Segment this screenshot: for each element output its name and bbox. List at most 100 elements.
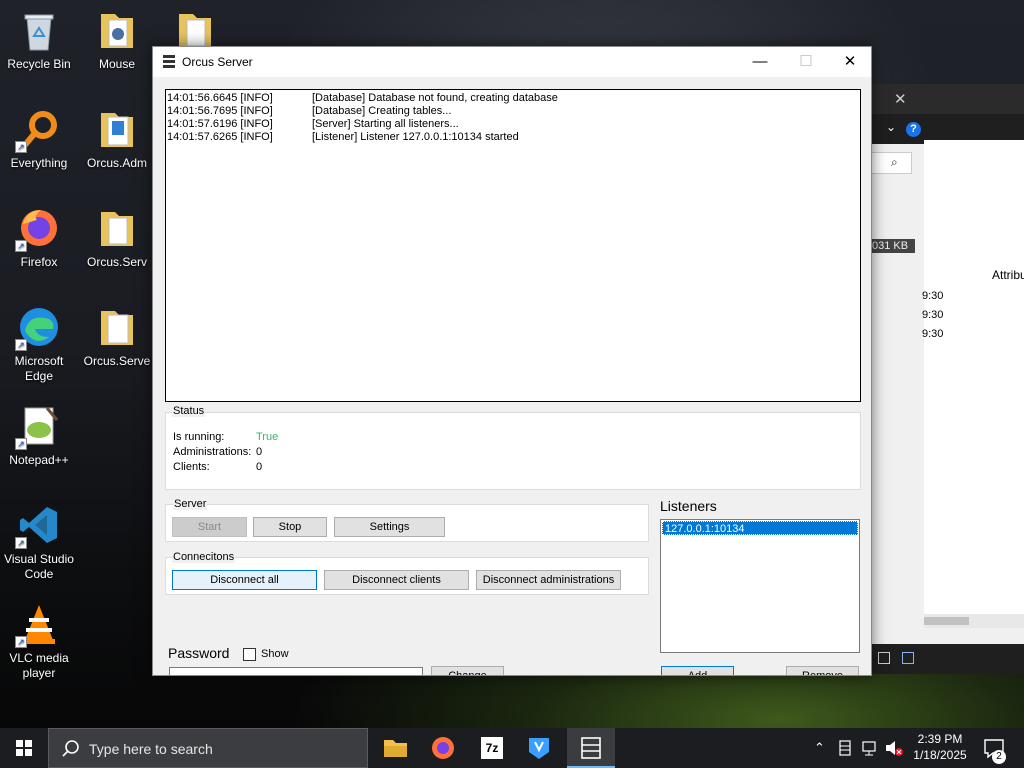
desktop-icon-edge[interactable]: ↗ Microsoft Edge: [0, 305, 78, 384]
clock[interactable]: 2:39 PM 1/18/2025: [908, 728, 972, 768]
table-row: 9:30: [922, 309, 944, 321]
desktop-icon-vlc[interactable]: ↗ VLC media player: [0, 602, 78, 681]
tray-device-icon[interactable]: [838, 728, 852, 768]
horizontal-scrollbar[interactable]: [924, 614, 1024, 628]
desktop-icon-everything[interactable]: ↗ Everything: [0, 107, 78, 171]
app-icon: [529, 738, 549, 759]
taskbar: Type here to search 7z ⌃ 2:39 PM 1/18/20…: [0, 728, 1024, 768]
minimize-button[interactable]: —: [737, 47, 783, 77]
taskbar-7zip[interactable]: 7z: [467, 728, 515, 768]
tiles-view-icon[interactable]: [902, 652, 914, 664]
7zip-icon: 7z: [481, 737, 503, 759]
log-row: 14:01:57.6265 [INFO] [Listener] Listener …: [167, 131, 519, 143]
help-icon[interactable]: ?: [906, 122, 921, 137]
file-explorer-icon: [384, 740, 407, 757]
close-icon[interactable]: ✕: [894, 90, 907, 108]
show-password-checkbox[interactable]: [243, 648, 256, 661]
log-output[interactable]: 14:01:56.6645 [INFO] [Database] Database …: [165, 89, 861, 402]
show-password-label: Show: [261, 648, 289, 660]
chevron-down-icon[interactable]: ⌄: [886, 120, 896, 134]
log-row: 14:01:56.6645 [INFO] [Database] Database …: [167, 92, 558, 104]
administrations-value: 0: [256, 446, 263, 458]
desktop-icon-vscode[interactable]: ↗ Visual Studio Code: [0, 503, 78, 582]
desktop-icon-notepadpp[interactable]: ↗ Notepad++: [0, 404, 78, 468]
disconnect-administrations-button[interactable]: Disconnect administrations: [476, 570, 621, 590]
clients-value: 0: [256, 461, 263, 473]
log-row: 14:01:57.6196 [INFO] [Server] Starting al…: [167, 118, 459, 130]
tray-chevron-up-icon[interactable]: ⌃: [814, 740, 832, 768]
firefox-icon: ↗: [15, 206, 61, 252]
network-icon[interactable]: [861, 728, 879, 768]
listeners-label: Listeners: [660, 498, 717, 514]
status-group-label: Status: [172, 405, 206, 417]
window-titlebar[interactable]: Orcus Server — ☐ ✕: [153, 47, 871, 77]
volume-muted-icon[interactable]: [884, 728, 904, 768]
shortcut-arrow-icon: ↗: [15, 339, 27, 351]
disconnect-clients-button[interactable]: Disconnect clients: [324, 570, 469, 590]
desktop-icon-label: Notepad++: [9, 453, 69, 467]
desktop-icon-firefox[interactable]: ↗ Firefox: [0, 206, 78, 270]
add-listener-button[interactable]: Add: [661, 666, 734, 675]
server-group-label: Server: [173, 498, 208, 510]
taskbar-file-explorer[interactable]: [371, 728, 419, 768]
taskbar-app[interactable]: [515, 728, 563, 768]
file-icon: [95, 305, 139, 349]
notepadpp-icon: ↗: [15, 404, 61, 450]
background-explorer-window[interactable]: ✕ ⌄ ? ⌕ 031 KB Attribu 9:30 9:30 9:30: [870, 84, 1024, 674]
listener-item[interactable]: 127.0.0.1:10134: [662, 521, 858, 535]
start-button[interactable]: Start: [172, 517, 247, 537]
desktop-icon-label: Orcus.Serve: [83, 354, 151, 368]
file-icon: [95, 107, 139, 151]
desktop-icon-orcus-admin[interactable]: Orcus.Adm: [78, 107, 156, 171]
size-text: 031 KB: [870, 239, 915, 253]
disconnect-all-button[interactable]: Disconnect all: [172, 570, 317, 590]
notification-badge: 2: [992, 750, 1006, 764]
search-placeholder: Type here to search: [89, 741, 213, 757]
clock-date: 1/18/2025: [913, 748, 967, 762]
is-running-label: Is running:: [173, 431, 225, 443]
details-view-icon[interactable]: [878, 652, 890, 664]
status-group: [165, 412, 861, 490]
background-window-statusbar: [870, 644, 1024, 674]
table-row: 9:30: [922, 290, 944, 302]
close-button[interactable]: ✕: [827, 47, 871, 77]
maximize-button[interactable]: ☐: [783, 47, 829, 77]
desktop-icon-orcus-server-folder[interactable]: Orcus.Serv: [78, 206, 156, 270]
desktop-icon-orcus-server-file[interactable]: Orcus.Serve: [78, 305, 156, 369]
taskbar-search[interactable]: Type here to search: [48, 728, 368, 768]
window-title: Orcus Server: [182, 55, 253, 69]
password-input[interactable]: [169, 667, 423, 675]
column-header[interactable]: Attribu: [992, 268, 1024, 282]
administrations-label: Administrations:: [173, 446, 252, 458]
listeners-list[interactable]: 127.0.0.1:10134: [660, 519, 860, 653]
settings-button[interactable]: Settings: [334, 517, 445, 537]
taskbar-orcus-server[interactable]: [567, 728, 615, 768]
folder-icon: [95, 8, 139, 52]
desktop-icon-label: Mouse: [98, 57, 136, 71]
folder-icon: [95, 206, 139, 250]
desktop-icon-label: Orcus.Adm: [86, 156, 147, 170]
orcus-server-window[interactable]: Orcus Server — ☐ ✕ 14:01:56.6645 [INFO][…: [152, 46, 872, 676]
is-running-value: True: [256, 431, 279, 443]
everything-icon: ↗: [15, 107, 61, 153]
desktop-icon-label: Visual Studio Code: [4, 552, 74, 581]
desktop-icon-label: Firefox: [20, 255, 58, 269]
stop-button[interactable]: Stop: [253, 517, 327, 537]
desktop-icon-mouse[interactable]: Mouse: [78, 8, 156, 72]
start-button[interactable]: [0, 728, 48, 768]
server-icon: [581, 737, 601, 759]
windows-icon: [16, 740, 32, 756]
remove-listener-button[interactable]: Remove: [786, 666, 859, 675]
firefox-icon: [432, 737, 454, 759]
desktop-icon-label: Everything: [10, 156, 68, 170]
notification-center-icon[interactable]: 2: [980, 728, 1010, 768]
background-window-titlebar: ✕: [870, 84, 1024, 114]
background-window-search[interactable]: ⌕: [870, 152, 912, 174]
change-password-button[interactable]: Change: [431, 666, 504, 675]
recycle-bin-icon: [17, 8, 61, 52]
taskbar-firefox[interactable]: [419, 728, 467, 768]
desktop-icon-recycle-bin[interactable]: Recycle Bin: [0, 8, 78, 72]
edge-icon: ↗: [15, 305, 61, 351]
clock-time: 2:39 PM: [917, 732, 963, 746]
shortcut-arrow-icon: ↗: [15, 438, 27, 450]
